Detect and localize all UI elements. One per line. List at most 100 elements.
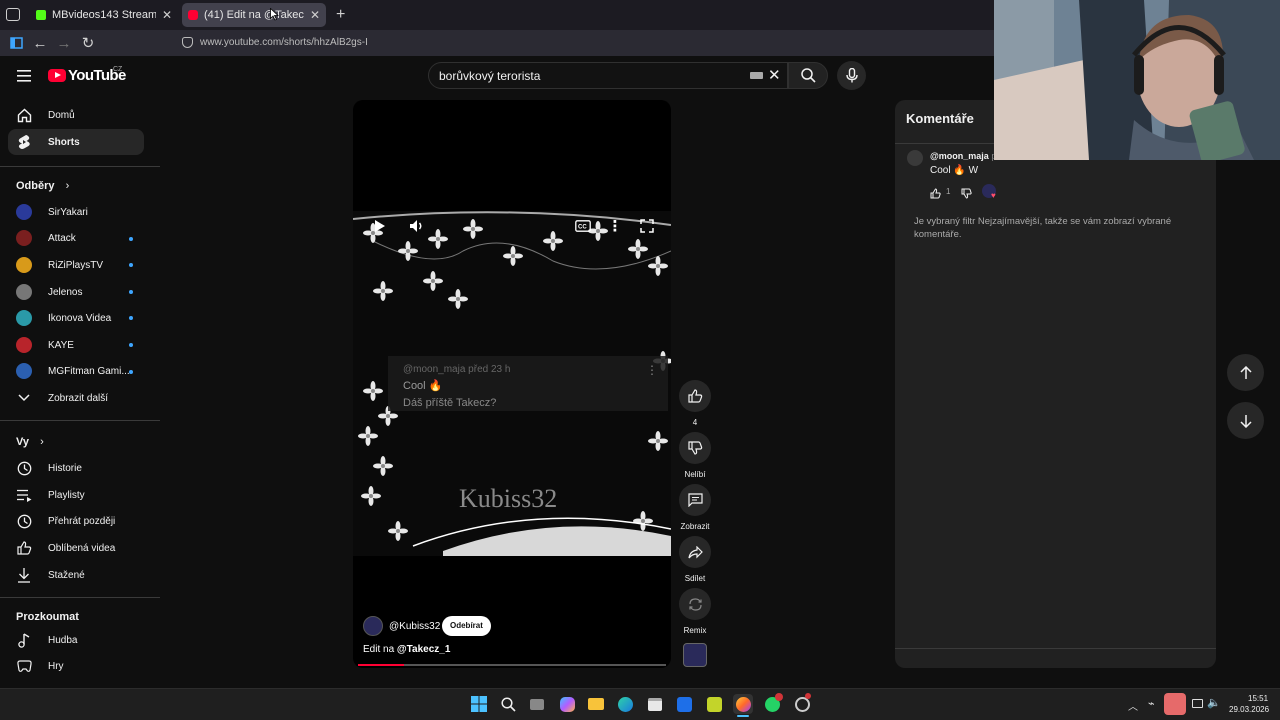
sidebar-item-subscription[interactable]: RiZiPlaysTV [8,252,144,278]
watch-later-icon [16,513,32,529]
tab-youtube-active[interactable]: (41) Edit na @Takecz_1 - YouTu ✕ [182,3,326,27]
sidebar-item-downloads[interactable]: Stažené [8,562,144,588]
sidebar-toggle-icon[interactable] [6,33,26,53]
edge-icon[interactable] [615,694,635,714]
close-tab-icon[interactable]: ✕ [310,8,320,22]
play-icon[interactable] [370,216,390,236]
back-icon[interactable]: ← [30,33,50,53]
sidebar-item-subscription[interactable]: SirYakari [8,199,144,225]
sidebar-item-subscription[interactable]: Attack [8,225,144,251]
show-more-button[interactable]: Zobrazit další [8,385,144,411]
volume-icon[interactable]: 🔈 [1207,696,1221,709]
sidebar-item-watch-later[interactable]: Přehrát později [8,508,144,534]
firefox-icon[interactable] [733,694,753,714]
kick-favicon-icon [36,10,46,20]
channel-avatar[interactable] [363,616,383,636]
video-caption: Edit na @Takecz_1 [363,644,450,655]
menu-icon[interactable] [17,69,31,82]
sidebar-item-subscription[interactable]: MGFitman Gami... [8,358,144,384]
site-info-icon[interactable] [182,37,193,48]
sidebar-item-playlists[interactable]: Playlisty [8,482,144,508]
sidebar-item-label: Historie [48,462,82,474]
sidebar-item-subscription[interactable]: KAYE [8,332,144,358]
game-app-icon[interactable] [704,694,724,714]
overlay-more-icon: ⋮ [646,363,658,377]
clock-date[interactable]: 29.03.2026 [1229,705,1269,714]
comment-author-avatar[interactable] [907,150,923,166]
close-tab-icon[interactable]: ✕ [162,8,172,22]
remix-button[interactable] [679,588,711,620]
store-icon[interactable] [645,694,665,714]
sidebar-item-home[interactable]: Domů [8,102,144,128]
previous-short-button[interactable] [1227,354,1264,391]
comment-icon [687,493,703,507]
microphone-icon[interactable] [1164,693,1186,715]
start-icon[interactable] [469,694,489,714]
clock-time[interactable]: 15:51 [1248,694,1268,703]
channel-avatar [16,204,32,220]
clear-search-icon[interactable]: ✕ [768,66,781,84]
network-icon[interactable]: ⌁ [1148,697,1155,710]
comment-author-name: @moon_maja [930,151,989,161]
forward-icon[interactable]: → [54,33,74,53]
chevron-up-icon[interactable]: ︿ [1128,698,1138,713]
sidebar-item-liked[interactable]: Oblíbená videa [8,535,144,561]
sidebar-item-games[interactable]: Hry [8,653,144,679]
progress-bar[interactable] [358,664,666,666]
keyboard-icon[interactable] [750,72,763,79]
url-field[interactable]: www.youtube.com/shorts/hhzAlB2gs-I [200,37,368,48]
thumbs-down-icon [687,441,702,455]
arrow-down-icon [1239,414,1252,428]
subscriptions-heading[interactable]: Odběry › [16,180,69,192]
comments-button[interactable] [679,484,711,516]
sidebar-item-subscription[interactable]: Jelenos [8,279,144,305]
sidebar-item-subscription[interactable]: Ikonova Videa [8,305,144,331]
comments-label: Zobrazit [680,522,710,531]
sidebar-item-label: RiZiPlaysTV [48,259,104,271]
task-view-icon[interactable] [527,694,547,714]
file-explorer-icon[interactable] [586,694,606,714]
windows-taskbar [0,688,1280,720]
app-icon[interactable] [674,694,694,714]
dislike-button[interactable] [679,432,711,464]
reload-icon[interactable]: ↻ [78,33,98,53]
like-button[interactable] [679,380,711,412]
sound-thumbnail[interactable] [683,643,707,667]
comment-author[interactable]: @moon_maja př [930,151,999,161]
display-icon[interactable] [1192,699,1203,708]
search-button[interactable] [788,62,828,89]
tab-mbvideos[interactable]: MBvideos143 Stream - Watch Li ✕ [30,3,178,27]
sidebar-item-history[interactable]: Historie [8,455,144,481]
comment-dislike-icon[interactable] [961,186,972,204]
share-button[interactable] [679,536,711,568]
sidebar-item-shorts[interactable]: Shorts [8,129,144,155]
shorts-player[interactable]: @moon_maja před 23 h Cool 🔥 Dáš příště T… [353,100,671,668]
like-count: 4 [692,418,698,427]
music-icon [16,632,32,648]
channel-name[interactable]: @Kubiss32 [389,621,440,632]
tab-overview-icon[interactable] [6,8,20,21]
like-action[interactable]: 4 [679,380,711,427]
remix-action[interactable]: Remix [679,588,711,635]
next-short-button[interactable] [1227,402,1264,439]
filter-note: Je vybraný filtr Nejzajímavější, takže s… [914,216,1172,240]
copilot-icon[interactable] [557,694,577,714]
fullscreen-icon[interactable] [637,216,657,236]
sidebar-item-music[interactable]: Hudba [8,627,144,653]
microphone-icon [845,68,858,83]
volume-icon[interactable] [407,216,427,236]
voice-search-button[interactable] [837,61,866,90]
comment-like-icon[interactable] [930,186,941,204]
webcam-overlay [994,0,1280,160]
dislike-action[interactable]: Nelíbí [679,432,711,479]
search-value: borůvkový terorista [439,69,541,83]
comments-action[interactable]: Zobrazit [679,484,711,531]
search-icon[interactable] [498,694,518,714]
captions-icon[interactable]: CC [573,216,593,236]
subscribe-button[interactable]: Odebírat [442,616,491,636]
you-heading[interactable]: Vy › [16,436,44,448]
caption-mention[interactable]: @Takecz_1 [397,644,451,655]
new-tab-button[interactable]: + [336,6,345,24]
share-action[interactable]: Sdílet [679,536,711,583]
more-options-icon[interactable]: ⋮ [605,216,625,236]
